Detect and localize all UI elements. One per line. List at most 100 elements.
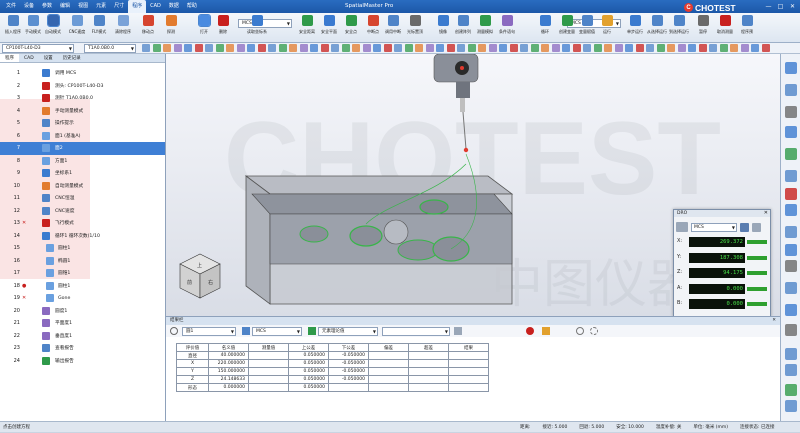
ribbon-button-23[interactable]: 变量赋值	[576, 15, 598, 35]
dro-close-icon[interactable]: ✕	[764, 210, 768, 217]
menu-4[interactable]: 视图	[74, 0, 92, 13]
program-row[interactable]: 19 ✕ Gone	[0, 292, 165, 305]
ribbon-button-17[interactable]: 镜像	[432, 15, 454, 35]
toolbar-tool-icon[interactable]	[320, 44, 329, 52]
program-row[interactable]: 17 圆锥1	[0, 267, 165, 280]
program-row[interactable]: 16 椭圆1	[0, 255, 165, 268]
toolbar-tool-icon[interactable]	[268, 44, 276, 52]
program-row[interactable]: 22 垂直度1	[0, 330, 165, 343]
toolbar-tool-icon[interactable]	[331, 44, 339, 52]
ribbon-button-22[interactable]: 创建变量	[556, 15, 578, 35]
minimize-button[interactable]: —	[764, 2, 773, 11]
ribbon-button-24[interactable]: 运行	[596, 15, 618, 35]
ribbon-button-25[interactable]: 单步运行	[624, 15, 646, 35]
result-close-icon[interactable]: ✕	[772, 317, 776, 325]
program-row[interactable]: 9 坐标系1	[0, 167, 165, 180]
view-tool-icon[interactable]	[785, 204, 797, 216]
ribbon-button-1[interactable]: 手动模式	[22, 15, 44, 35]
result-row[interactable]: 直径 40.000000 0.050000 -0.050000	[176, 351, 489, 360]
toolbar-tool-icon[interactable]	[646, 44, 654, 52]
program-row[interactable]: 14 循环1 循环次数(1/10	[0, 230, 165, 243]
view-tool-icon[interactable]	[785, 304, 797, 316]
toolbar-tool-icon[interactable]	[184, 44, 192, 52]
toolbar-tool-icon[interactable]	[394, 44, 402, 52]
ribbon-button-28[interactable]: 暂停	[692, 15, 714, 35]
program-row[interactable]: 11 CNC恒温	[0, 192, 165, 205]
program-row[interactable]: 1 调用 MCS	[0, 67, 165, 80]
view-tool-icon[interactable]	[785, 282, 797, 294]
menu-2[interactable]: 参数	[38, 0, 56, 13]
ribbon-button-20[interactable]: 条件语句	[496, 15, 518, 35]
result-row[interactable]: X 220.000000 0.050000 -0.050000	[176, 359, 489, 368]
menu-10[interactable]: 帮助	[183, 0, 201, 13]
toolbar-tool-icon[interactable]	[520, 44, 528, 52]
menu-6[interactable]: 尺寸	[110, 0, 128, 13]
toolbar-tool-icon[interactable]	[446, 44, 455, 52]
toolbar-tool-icon[interactable]	[688, 44, 696, 52]
workpiece-model[interactable]	[244, 153, 514, 305]
ribbon-button-5[interactable]: 清除程序	[112, 15, 134, 35]
row-marker[interactable]: ✕	[22, 295, 26, 301]
menu-8[interactable]: CAD	[146, 0, 165, 13]
view-tool-icon[interactable]	[785, 348, 797, 360]
toolbar-tool-icon[interactable]	[625, 44, 633, 52]
view-tool-icon[interactable]	[785, 126, 797, 138]
view-tool-icon[interactable]	[785, 384, 797, 396]
toolbar-tool-icon[interactable]	[173, 44, 182, 52]
toolbar-tool-icon[interactable]	[152, 44, 161, 52]
ribbon-button-0[interactable]: 插入程序	[2, 15, 24, 35]
result-row[interactable]: Z 24.148633 0.050000 -0.050000	[176, 375, 489, 384]
toolbar-tool-icon[interactable]	[373, 44, 381, 52]
toolbar-tool-icon[interactable]	[299, 44, 308, 52]
toolbar-tool-icon[interactable]	[415, 44, 423, 52]
panel-tab-3[interactable]: 历史记录	[58, 54, 86, 62]
toolbar-tool-icon[interactable]	[247, 44, 255, 52]
toolbar-tool-icon[interactable]	[562, 44, 570, 52]
toolbar-tool-icon[interactable]	[226, 44, 234, 52]
toolbar-tool-icon[interactable]	[740, 44, 749, 52]
toolbar-tool-icon[interactable]	[698, 44, 707, 52]
panel-tab-0[interactable]: 程序	[0, 54, 19, 62]
panel-tab-1[interactable]: CAD	[19, 54, 39, 62]
toolbar-tool-icon[interactable]	[425, 44, 434, 52]
result-csys-select[interactable]: MCS ▼	[252, 327, 302, 336]
program-row[interactable]: 4 手动测量模式	[0, 105, 165, 118]
result-feature-select[interactable]: 圆1 ▼	[182, 327, 236, 336]
view-tool-icon[interactable]	[785, 324, 797, 336]
toolbar-tool-icon[interactable]	[604, 44, 612, 52]
program-row[interactable]: 10 自动测量模式	[0, 180, 165, 193]
toolbar-tool-icon[interactable]	[289, 44, 297, 52]
menu-7[interactable]: 程序	[128, 0, 147, 13]
view-tool-icon[interactable]	[785, 400, 797, 412]
toolbar-tool-icon[interactable]	[593, 44, 602, 52]
ribbon-button-16[interactable]: 光标置顶	[404, 15, 426, 35]
ribbon-button-12[interactable]: 安全平面	[318, 15, 340, 35]
view-cube[interactable]: 上 前 右	[179, 253, 221, 299]
tip-select[interactable]: T1A0.0B0.0 ▼	[84, 44, 136, 53]
view-tool-icon[interactable]	[785, 188, 797, 200]
toolbar-tool-icon[interactable]	[761, 44, 770, 52]
menu-9[interactable]: 数据	[165, 0, 183, 13]
result-row[interactable]: Y 150.000000 0.050000 -0.050000	[176, 367, 489, 376]
probe-select[interactable]: CP100T-L40-D3 ▼	[2, 44, 74, 53]
toolbar-tool-icon[interactable]	[404, 44, 413, 52]
maximize-button[interactable]: □	[776, 2, 785, 11]
ribbon-button-19[interactable]: 测量模拟	[474, 15, 496, 35]
ribbon-button-10[interactable]: 读取坐标系	[246, 15, 268, 35]
ribbon-button-9[interactable]: 删除	[212, 15, 234, 35]
view-tool-icon[interactable]	[785, 62, 797, 74]
view-tool-icon[interactable]	[785, 106, 797, 118]
dro-settings-icon[interactable]	[740, 222, 749, 232]
view-tool-icon[interactable]	[785, 364, 797, 376]
ribbon-button-6[interactable]: 移动点	[137, 15, 159, 35]
program-row[interactable]: 21 平面度1	[0, 317, 165, 330]
program-row[interactable]: 8 方面1	[0, 155, 165, 168]
ribbon-button-11[interactable]: 安全距离	[296, 15, 318, 35]
toolbar-tool-icon[interactable]	[656, 44, 665, 52]
toolbar-tool-icon[interactable]	[719, 44, 728, 52]
program-row[interactable]: 3 测针 T1A0.0B0.0	[0, 92, 165, 105]
dro-window[interactable]: DRO ✕ MCS ▼ X: 269.372 Y: 187.308 Z: 94.175 A: 0.…	[673, 209, 771, 317]
probe-marker-icon[interactable]	[526, 327, 534, 335]
program-row[interactable]: 13 ✕ 飞行模式	[0, 217, 165, 230]
result-element-select[interactable]: 元素理论值 ▼	[318, 327, 378, 336]
